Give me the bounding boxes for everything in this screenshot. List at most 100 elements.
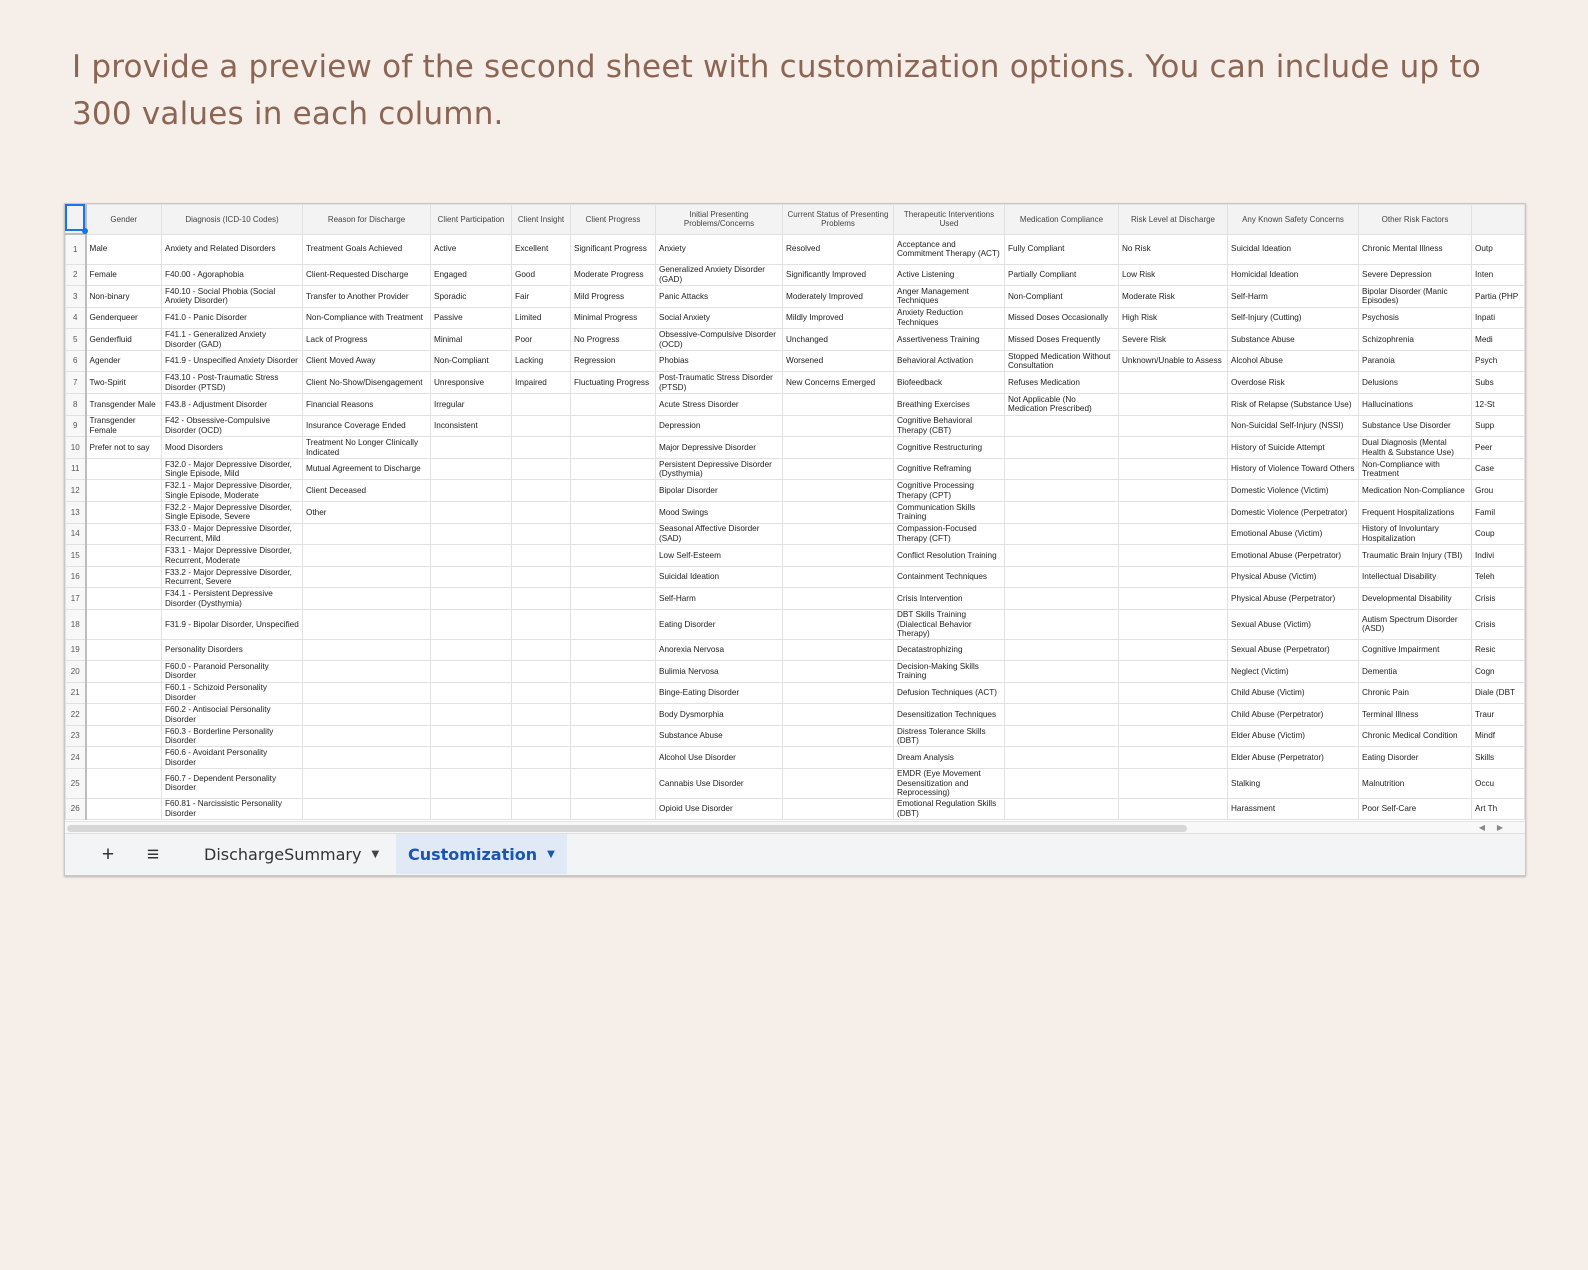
row-number[interactable]: 5	[65, 328, 87, 351]
table-cell[interactable]: High Risk	[1118, 306, 1228, 330]
table-cell[interactable]	[570, 436, 656, 459]
table-cell[interactable]	[511, 436, 571, 459]
table-cell[interactable]: Medi	[1471, 328, 1525, 351]
table-cell[interactable]: Non-Suicidal Self-Injury (NSSI)	[1227, 414, 1359, 438]
table-cell[interactable]: F32.2 - Major Depressive Disorder, Singl…	[161, 501, 303, 524]
table-cell[interactable]	[1118, 393, 1228, 416]
table-cell[interactable]: Autism Spectrum Disorder (ASD)	[1358, 609, 1472, 640]
table-cell[interactable]	[511, 501, 571, 524]
table-cell[interactable]	[430, 457, 512, 481]
row-number[interactable]: 20	[65, 660, 87, 683]
table-cell[interactable]	[570, 544, 656, 567]
table-cell[interactable]: Two-Spirit	[85, 371, 162, 395]
table-cell[interactable]: Desensitization Techniques	[893, 703, 1005, 726]
table-cell[interactable]: Fair	[511, 285, 571, 308]
table-cell[interactable]: Excellent	[511, 233, 571, 265]
table-cell[interactable]: Financial Reasons	[302, 393, 431, 416]
table-cell[interactable]: F34.1 - Persistent Depressive Disorder (…	[161, 587, 303, 610]
table-cell[interactable]	[1004, 414, 1119, 438]
table-cell[interactable]: Supp	[1471, 414, 1525, 438]
table-cell[interactable]: Psych	[1471, 349, 1525, 373]
table-cell[interactable]	[570, 681, 656, 705]
table-cell[interactable]: Genderqueer	[85, 306, 162, 330]
table-cell[interactable]: Female	[85, 263, 162, 287]
table-cell[interactable]: Regression	[570, 349, 656, 373]
plus-icon[interactable]: +	[95, 842, 121, 868]
table-cell[interactable]: Crisis	[1471, 587, 1525, 610]
table-cell[interactable]	[570, 609, 656, 640]
table-cell[interactable]	[511, 609, 571, 640]
table-cell[interactable]: Cannabis Use Disorder	[655, 768, 783, 799]
table-cell[interactable]: Low Risk	[1118, 263, 1228, 287]
caret-down-icon[interactable]: ▼	[547, 849, 555, 860]
table-cell[interactable]: Non-Compliance with Treatment	[302, 306, 431, 330]
table-cell[interactable]: Anger Management Techniques	[893, 285, 1005, 308]
table-cell[interactable]: Bulimia Nervosa	[655, 660, 783, 683]
table-cell[interactable]: Frequent Hospitalizations	[1358, 501, 1472, 524]
row-number[interactable]: 9	[65, 414, 87, 438]
table-cell[interactable]	[570, 414, 656, 438]
table-cell[interactable]: Psychosis	[1358, 306, 1472, 330]
table-cell[interactable]: Acute Stress Disorder	[655, 393, 783, 416]
table-cell[interactable]	[1118, 522, 1228, 546]
table-cell[interactable]: Compassion-Focused Therapy (CFT)	[893, 522, 1005, 546]
row-number[interactable]: 23	[65, 724, 87, 748]
table-cell[interactable]	[782, 565, 894, 589]
table-cell[interactable]: Fully Compliant	[1004, 233, 1119, 265]
table-cell[interactable]: Obsessive-Compulsive Disorder (OCD)	[655, 328, 783, 351]
table-cell[interactable]: Non-Compliant	[1004, 285, 1119, 308]
menu-icon[interactable]: ≡	[140, 842, 166, 868]
table-cell[interactable]: Mild Progress	[570, 285, 656, 308]
table-cell[interactable]	[302, 703, 431, 726]
row-number[interactable]: 19	[65, 638, 87, 662]
table-cell[interactable]: Traumatic Brain Injury (TBI)	[1358, 544, 1472, 567]
table-cell[interactable]	[430, 797, 512, 821]
table-cell[interactable]: Delusions	[1358, 371, 1472, 395]
table-cell[interactable]	[570, 522, 656, 546]
table-cell[interactable]: Unchanged	[782, 328, 894, 351]
row-number[interactable]: 21	[65, 681, 87, 705]
table-cell[interactable]: Domestic Violence (Perpetrator)	[1227, 501, 1359, 524]
table-cell[interactable]: Case	[1471, 457, 1525, 481]
table-cell[interactable]	[430, 724, 512, 748]
table-cell[interactable]: Intellectual Disability	[1358, 565, 1472, 589]
table-cell[interactable]: Missed Doses Frequently	[1004, 328, 1119, 351]
table-cell[interactable]: Insurance Coverage Ended	[302, 414, 431, 438]
table-cell[interactable]	[1004, 746, 1119, 770]
table-cell[interactable]	[430, 638, 512, 662]
table-cell[interactable]	[302, 746, 431, 770]
table-cell[interactable]: Grou	[1471, 479, 1525, 503]
table-cell[interactable]	[570, 797, 656, 821]
table-cell[interactable]	[1118, 797, 1228, 821]
table-cell[interactable]: Crisis	[1471, 609, 1525, 640]
table-cell[interactable]: Severe Risk	[1118, 328, 1228, 351]
fill-handle[interactable]	[82, 228, 88, 234]
table-cell[interactable]: Depression	[655, 414, 783, 438]
column-header[interactable]: Diagnosis (ICD-10 Codes)	[161, 204, 303, 235]
table-cell[interactable]	[85, 768, 162, 799]
table-cell[interactable]: F40.10 - Social Phobia (Social Anxiety D…	[161, 285, 303, 308]
table-cell[interactable]: F60.6 - Avoidant Personality Disorder	[161, 746, 303, 770]
table-cell[interactable]	[85, 565, 162, 589]
table-cell[interactable]: Emotional Abuse (Perpetrator)	[1227, 544, 1359, 567]
table-cell[interactable]: Alcohol Abuse	[1227, 349, 1359, 373]
table-cell[interactable]: Assertiveness Training	[893, 328, 1005, 351]
table-cell[interactable]	[511, 587, 571, 610]
table-cell[interactable]: Genderfluid	[85, 328, 162, 351]
table-cell[interactable]: Agender	[85, 349, 162, 373]
table-cell[interactable]	[1004, 522, 1119, 546]
table-cell[interactable]: Cognitive Processing Therapy (CPT)	[893, 479, 1005, 503]
table-cell[interactable]	[302, 609, 431, 640]
table-cell[interactable]	[1118, 703, 1228, 726]
table-cell[interactable]	[782, 746, 894, 770]
table-cell[interactable]	[1118, 414, 1228, 438]
table-cell[interactable]	[1118, 371, 1228, 395]
table-cell[interactable]	[511, 457, 571, 481]
table-cell[interactable]: Homicidal Ideation	[1227, 263, 1359, 287]
table-cell[interactable]	[430, 544, 512, 567]
table-cell[interactable]: F43.8 - Adjustment Disorder	[161, 393, 303, 416]
table-cell[interactable]	[511, 768, 571, 799]
table-cell[interactable]: Anxiety and Related Disorders	[161, 233, 303, 265]
table-cell[interactable]: Partia (PHP	[1471, 285, 1525, 308]
table-cell[interactable]	[1004, 479, 1119, 503]
